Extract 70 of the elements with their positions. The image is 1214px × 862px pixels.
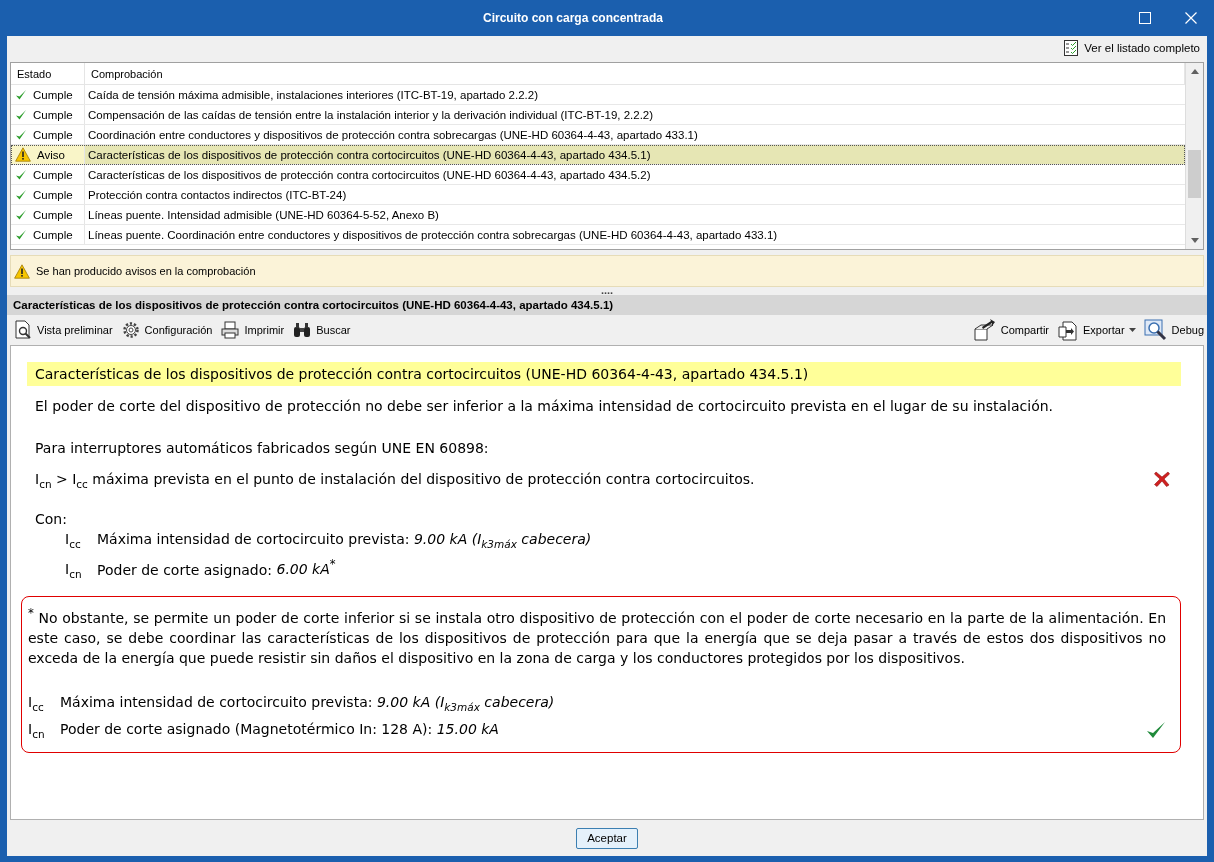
checklist-icon	[1064, 40, 1079, 56]
check-row[interactable]: Cumple Protección contra contactos indirectos (ITC-BT-24)	[11, 185, 1185, 205]
check-icon	[1146, 721, 1166, 740]
splitter-handle[interactable]: ....	[10, 287, 1204, 295]
document-arrow-icon	[1057, 319, 1079, 341]
definition-text: Máxima intensidad de cortocircuito prevista: 9.00 kA (I$_{k3máx}$ cabecera)	[97, 531, 592, 550]
toolbar-button[interactable]: Imprimir	[220, 320, 285, 340]
column-header[interactable]: Estado	[11, 63, 85, 84]
with-label: Con:	[35, 511, 68, 527]
scroll-up-icon[interactable]	[1190, 69, 1199, 74]
definition-text: Máxima intensidad de cortocircuito prevista: 9.00 kA (I$_{k3máx}$ cabecera)	[60, 693, 555, 713]
close-icon[interactable]	[1185, 12, 1197, 24]
printer-icon	[220, 320, 241, 340]
symbol-text: I$_{cc}$	[65, 531, 82, 550]
check-row[interactable]: Cumple Caída de tensión máxima admisible, instalaciones interiores (ITC-BT-19, apartado 2.2.2)	[11, 85, 1185, 105]
cross-icon	[1153, 470, 1171, 488]
definition-text: Poder de corte asignado: 6.00 kA$^{*}$	[97, 557, 336, 578]
table-cell-text: Caída de tensión máxima admisible, instalaciones interiores (ITC-BT-19, apartado 2.2.2)	[87, 87, 539, 103]
status-text: Cumple	[33, 88, 73, 101]
check-row[interactable]: Aviso Características de los dispositivos de protección contra cortocircuitos (UNE-HD 60364-4-43, apartado 434.5.1)	[11, 145, 1185, 165]
check-row[interactable]: Cumple Características de los dispositivos de protección contra cortocircuitos (UNE-HD 60364-4-43, apartado 434.5.2)	[11, 165, 1185, 185]
warning-icon	[15, 147, 31, 162]
toolbar-button[interactable]: Compartir	[972, 319, 1049, 341]
toolbar-button[interactable]: Configuración	[120, 320, 213, 340]
warning-icon	[14, 263, 30, 279]
status-text: Cumple	[33, 228, 73, 241]
table-cell-text: Protección contra contactos indirectos (ITC-BT-24)	[87, 187, 348, 203]
check-row[interactable]: Cumple Líneas puente. Intensidad admisible (UNE-HD 60364-5-52, Anexo B)	[11, 205, 1185, 225]
symbol-text: I$_{cn}$	[65, 561, 83, 581]
status-text: Cumple	[33, 108, 73, 121]
maximize-icon[interactable]	[1139, 12, 1151, 24]
binoculars-icon	[292, 320, 313, 340]
check-row[interactable]: Cumple Compensación de las caídas de tensión entre la instalación interior y la derivación individual (ITC-BT-19, 2.2.2)	[11, 105, 1185, 125]
window-title: Circuito con carga concentrada	[481, 11, 664, 25]
table-cell-text: Líneas puente. Intensidad admisible (UNE-HD 60364-5-52, Anexo B)	[87, 207, 440, 223]
toolbar-button[interactable]: Exportar	[1057, 319, 1136, 341]
report-heading: Características de los dispositivos de protección contra cortocircuitos (UNE-HD 60364-4-43, apartado 434.5.1)	[27, 362, 1181, 386]
footnote-text: $^{*}$ No obstante, se permite un poder de corte inferior si se instala otro dispositivo de protección con el poder de corte necesario en la parte de la alimentación. En este caso, se debe coordinar las características de los dispositivos de protección para que la energía que se deja pasar a través de estos dos dispositivos no exceda de la energía que puede resistir sin daños el dispositivo en la zona de carga y los conductores protegidos por los dispositivos.	[28, 605, 1166, 668]
table-cell-text: Características de los dispositivos de protección contra cortocircuitos (UNE-HD 60364-4-43, apartado 434.5.2)	[87, 167, 652, 183]
scroll-thumb[interactable]	[1188, 150, 1201, 198]
scroll-down-icon[interactable]	[1190, 238, 1199, 243]
definition-text: Poder de corte asignado (Magnetotérmico In: 128 A): 15.00 kA	[60, 720, 499, 737]
status-text: Cumple	[33, 168, 73, 181]
warning-message: Se han producido avisos en la comprobación	[36, 265, 256, 277]
scrollbar[interactable]	[1185, 63, 1203, 249]
condition-title: Para interruptores automáticos fabricados según UNE EN 60898:	[35, 440, 490, 456]
symbol-text: I$_{cn}$	[28, 720, 46, 740]
full-list-link[interactable]: Ver el listado completo	[1060, 38, 1204, 58]
magnifier-icon	[1143, 319, 1168, 341]
table-cell-text: Coordinación entre conductores y dispositivos de protección contra sobrecargas (UNE-HD 60364-4-43, apartado 433.1)	[87, 127, 699, 143]
table-cell-text: Características de los dispositivos de protección contra cortocircuitos (UNE-HD 60364-4-43, apartado 434.5.1)	[87, 147, 652, 163]
formula-text: I$_{cn}$ > I$_{cc}$ máxima prevista en el punto de instalación del dispositivo de protección contra cortocircuitos.	[35, 471, 755, 490]
check-row[interactable]: Cumple Líneas puente. Coordinación entre conductores y dispositivos de protección contra sobrecargas (UNE-HD 60364-4-43, apartado 433.1)	[11, 225, 1185, 245]
status-text: Cumple	[33, 188, 73, 201]
status-text: Cumple	[33, 128, 73, 141]
section-title: Características de los dispositivos de protección contra cortocircuitos (UNE-HD 60364-4-43, apartado 434.5.1)	[7, 295, 1207, 315]
status-text: Cumple	[33, 208, 73, 221]
toolbar-button[interactable]: Buscar	[292, 320, 351, 340]
toolbar-button[interactable]: Vista preliminar	[13, 320, 113, 340]
magnifier-page-icon	[13, 320, 33, 340]
caret-icon	[1128, 328, 1136, 332]
table-cell-text: Compensación de las caídas de tensión entre la instalación interior y la derivación individual (ITC-BT-19, 2.2.2)	[87, 107, 655, 123]
report-paragraph: El poder de corte del dispositivo de protección no debe ser inferior a la máxima intensidad de cortocircuito prevista en el lugar de su instalación.	[35, 398, 1055, 414]
table-cell-text: Líneas puente. Coordinación entre conductores y dispositivos de protección contra sobrecargas (UNE-HD 60364-4-43, apartado 433.1)	[87, 227, 779, 243]
status-text: Aviso	[37, 148, 65, 161]
symbol-text: I$_{cc}$	[28, 693, 45, 713]
toolbar-button[interactable]: Debug	[1143, 319, 1204, 341]
accept-button[interactable]: Aceptar	[576, 827, 638, 849]
settings-icon	[120, 320, 141, 340]
box-arrow-icon	[972, 319, 997, 341]
